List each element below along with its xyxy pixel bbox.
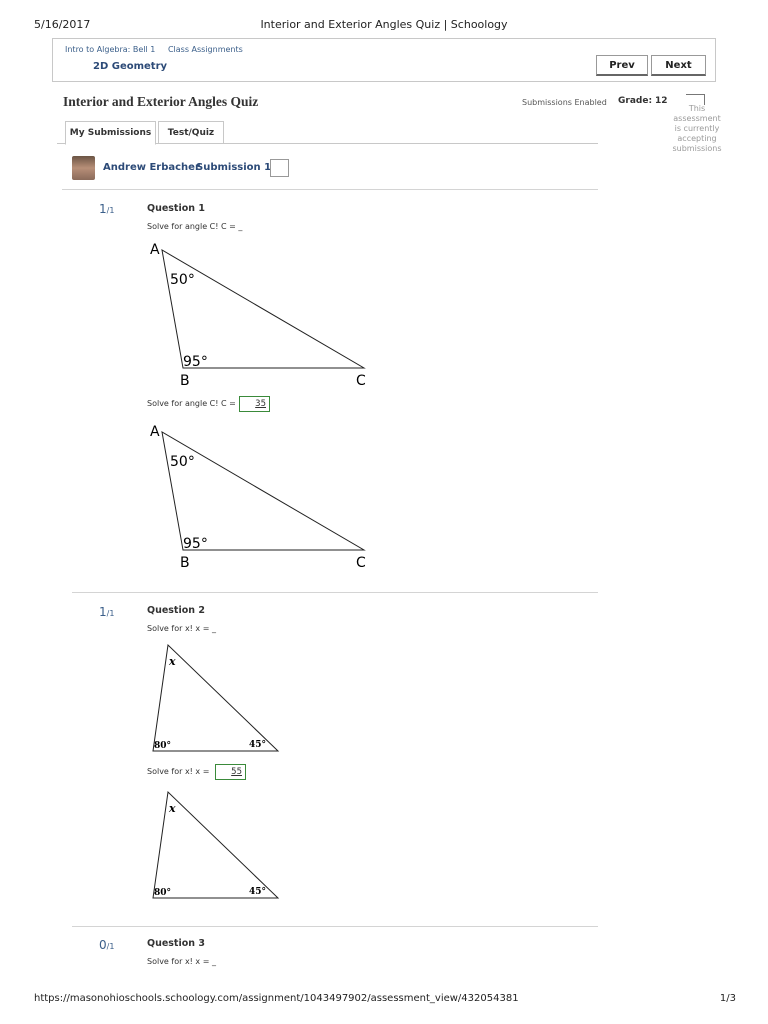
answer-field[interactable]: 55 bbox=[215, 764, 246, 780]
angle-a-label: 50° bbox=[170, 454, 195, 470]
divider bbox=[62, 189, 598, 190]
submissions-status: Submissions Enabled bbox=[522, 98, 607, 107]
question-title: Question 3 bbox=[147, 938, 205, 949]
question-prompt: Solve for x! x = _ bbox=[147, 957, 216, 966]
score-value: 0 bbox=[99, 938, 107, 952]
prev-button[interactable]: Prev bbox=[596, 55, 648, 76]
grade-value: 12 bbox=[655, 96, 667, 106]
question-title: Question 2 bbox=[147, 605, 205, 616]
angle-b-label: 95° bbox=[183, 536, 208, 552]
next-button[interactable]: Next bbox=[651, 55, 706, 76]
triangle-figure: x 80° 45° bbox=[152, 790, 280, 899]
print-page-number: 1/3 bbox=[719, 993, 736, 1004]
answer-value: 55 bbox=[231, 767, 242, 777]
avatar bbox=[72, 156, 95, 180]
print-url: https://masonohioschools.schoology.com/a… bbox=[34, 993, 519, 1004]
divider bbox=[72, 926, 598, 927]
angle-a-label: 50° bbox=[170, 272, 195, 288]
folder-title[interactable]: 2D Geometry bbox=[93, 61, 167, 72]
angle-b-label: 95° bbox=[183, 354, 208, 370]
answer-prompt: Solve for angle C! C = bbox=[147, 399, 236, 408]
answer-field[interactable]: 35 bbox=[239, 396, 270, 412]
tab-my-submissions[interactable]: My Submissions bbox=[65, 121, 156, 145]
angle-x-label: x bbox=[168, 655, 176, 668]
question-score: 1/1 bbox=[99, 202, 114, 216]
divider bbox=[72, 592, 598, 593]
question-prompt: Solve for angle C! C = _ bbox=[147, 222, 243, 231]
triangle-figure: A B C 50° 95° bbox=[150, 424, 366, 570]
student-name[interactable]: Andrew Erbacher bbox=[103, 162, 200, 173]
breadcrumb-assignments-link[interactable]: Class Assignments bbox=[168, 45, 243, 54]
question-score: 0/1 bbox=[99, 938, 114, 952]
tab-test-quiz[interactable]: Test/Quiz bbox=[158, 121, 224, 144]
answer-prompt: Solve for x! x = bbox=[147, 767, 210, 776]
submission-label: Submission 1 bbox=[196, 162, 272, 173]
score-total: /1 bbox=[106, 609, 115, 618]
vertex-b-label: B bbox=[180, 555, 190, 570]
print-title: Interior and Exterior Angles Quiz | Scho… bbox=[260, 18, 508, 31]
score-value: 1 bbox=[99, 605, 107, 619]
angle-45-label: 45° bbox=[249, 887, 266, 897]
answer-value: 35 bbox=[255, 399, 266, 409]
submission-select[interactable] bbox=[270, 159, 289, 177]
question-title: Question 1 bbox=[147, 203, 205, 214]
print-footer: https://masonohioschools.schoology.com/a… bbox=[0, 993, 768, 1007]
grade-label: Grade: bbox=[618, 96, 653, 106]
vertex-c-label: C bbox=[356, 373, 366, 388]
score-value: 1 bbox=[99, 202, 107, 216]
triangle-figure: x 80° 45° bbox=[152, 643, 280, 752]
course-nav-bar: Intro to Algebra: Bell 1 Class Assignmen… bbox=[52, 38, 716, 82]
score-total: /1 bbox=[106, 206, 115, 215]
question-score: 1/1 bbox=[99, 605, 114, 619]
vertex-b-label: B bbox=[180, 373, 190, 388]
vertex-a-label: A bbox=[150, 242, 160, 258]
vertex-c-label: C bbox=[356, 555, 366, 570]
angle-45-label: 45° bbox=[249, 740, 266, 750]
accepting-submissions-note: This assessment is currently accepting s… bbox=[672, 104, 722, 153]
angle-x-label: x bbox=[168, 802, 176, 815]
breadcrumb-course-link[interactable]: Intro to Algebra: Bell 1 bbox=[65, 45, 155, 54]
angle-80-label: 80° bbox=[154, 888, 171, 898]
angle-80-label: 80° bbox=[154, 741, 171, 751]
vertex-a-label: A bbox=[150, 424, 160, 440]
print-header: 5/16/2017 Interior and Exterior Angles Q… bbox=[0, 18, 768, 32]
triangle-figure: A B C 50° 95° bbox=[150, 242, 366, 388]
question-prompt: Solve for x! x = _ bbox=[147, 624, 216, 633]
breadcrumb: Intro to Algebra: Bell 1 Class Assignmen… bbox=[65, 45, 253, 54]
score-total: /1 bbox=[106, 942, 115, 951]
page-title: Interior and Exterior Angles Quiz bbox=[63, 94, 259, 109]
